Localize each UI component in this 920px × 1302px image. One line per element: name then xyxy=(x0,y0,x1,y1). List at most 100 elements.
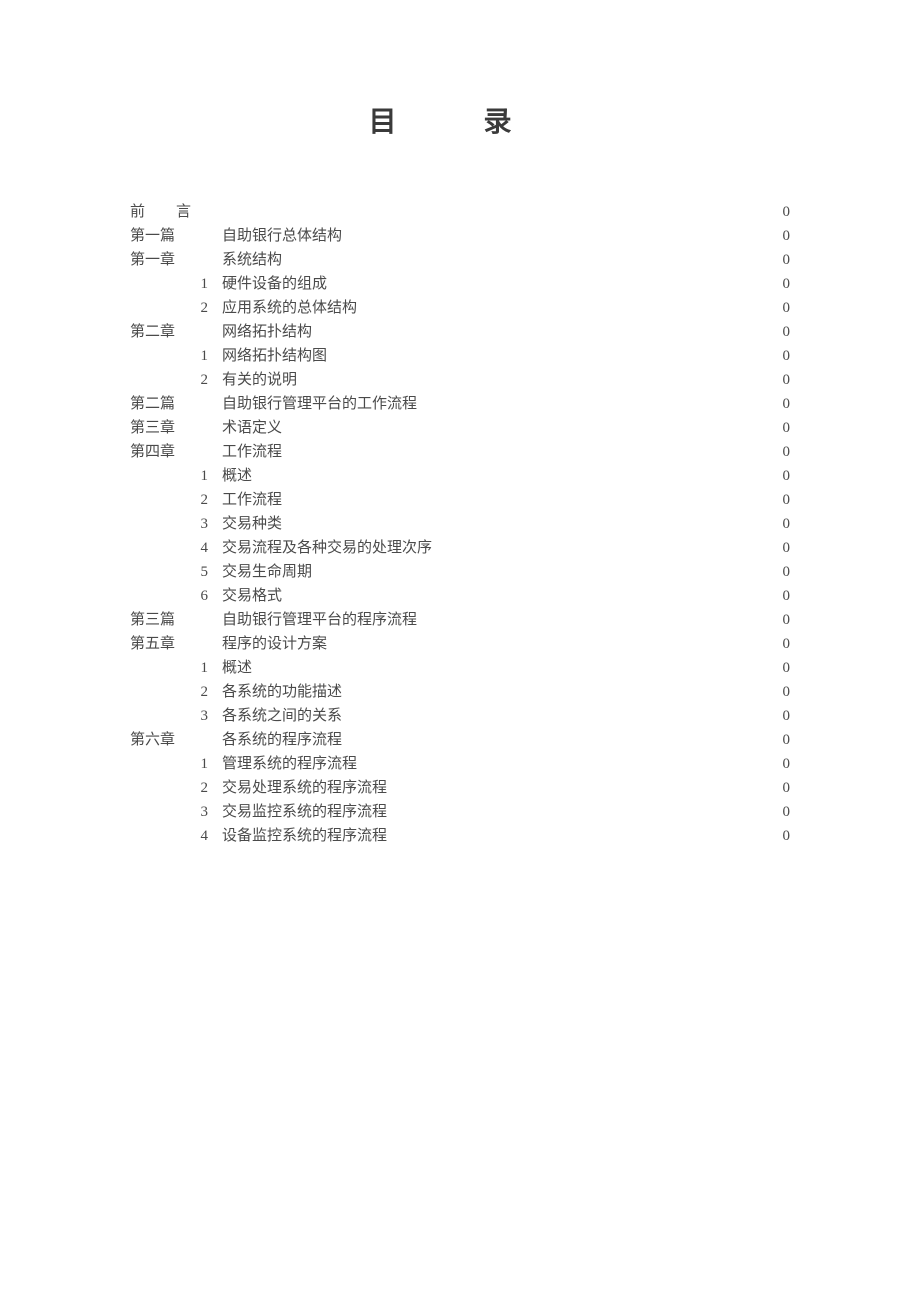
toc-entry: 第五章 程序的设计方案 0 xyxy=(130,632,790,656)
toc-number: 4 xyxy=(184,824,222,848)
toc-entry: 2交易处理系统的程序流程0 xyxy=(130,776,790,800)
toc-text: 交易流程及各种交易的处理次序 xyxy=(222,536,432,560)
toc-entry: 第一章 系统结构 0 xyxy=(130,248,790,272)
toc-number: 2 xyxy=(184,680,222,704)
toc-number: 4 xyxy=(184,536,222,560)
toc-entry: 1网络拓扑结构图0 xyxy=(130,344,790,368)
toc-entry: 第一篇 自助银行总体结构 0 xyxy=(130,224,790,248)
toc-text: 各系统之间的关系 xyxy=(222,704,342,728)
toc-number: 2 xyxy=(184,776,222,800)
toc-page: 0 xyxy=(783,656,791,680)
toc-page: 0 xyxy=(783,296,791,320)
toc-entry: 1概述 0 xyxy=(130,656,790,680)
toc-page: 0 xyxy=(783,464,791,488)
toc-entry: 6交易格式 0 xyxy=(130,584,790,608)
toc-entry: 1管理系统的程序流程 0 xyxy=(130,752,790,776)
toc-page: 0 xyxy=(783,512,791,536)
toc-entry: 4交易流程及各种交易的处理次序 0 xyxy=(130,536,790,560)
toc-page: 0 xyxy=(783,728,791,752)
toc-text: 交易格式 xyxy=(222,584,282,608)
toc-page: 0 xyxy=(783,224,791,248)
toc-level: 第六章 xyxy=(130,728,184,752)
toc-entry: 1硬件设备的组成 0 xyxy=(130,272,790,296)
toc-text: 交易生命周期 xyxy=(222,560,312,584)
toc-text: 程序的设计方案 xyxy=(222,632,327,656)
toc-page: 0 xyxy=(783,752,791,776)
toc-text: 交易种类 xyxy=(222,512,282,536)
toc-text: 设备监控系统的程序流程 xyxy=(222,824,387,848)
toc-level: 第二篇 xyxy=(130,392,184,416)
toc-text: 工作流程 xyxy=(222,440,282,464)
toc-page: 0 xyxy=(783,416,791,440)
toc-level: 第一章 xyxy=(130,248,184,272)
toc-entry: 第三篇 自助银行管理平台的程序流程 0 xyxy=(130,608,790,632)
toc-page: 0 xyxy=(783,560,791,584)
toc-number: 3 xyxy=(184,512,222,536)
toc-text: 自助银行总体结构 xyxy=(222,224,342,248)
toc-number: 言 xyxy=(176,200,222,224)
toc-text: 概述 xyxy=(222,656,252,680)
toc-page: 0 xyxy=(783,248,791,272)
toc-text: 有关的说明 xyxy=(222,368,297,392)
toc-entry: 3各系统之间的关系 0 xyxy=(130,704,790,728)
toc-entry: 第二篇自助银行管理平台的工作流程0 xyxy=(130,392,790,416)
toc-entry: 2有关的说明 0 xyxy=(130,368,790,392)
toc-text: 自助银行管理平台的程序流程 xyxy=(222,608,417,632)
toc-number: 6 xyxy=(184,584,222,608)
toc-text: 应用系统的总体结构 xyxy=(222,296,357,320)
toc-text: 概述 xyxy=(222,464,252,488)
toc-text: 交易监控系统的程序流程 xyxy=(222,800,387,824)
toc-level: 第一篇 xyxy=(130,224,184,248)
toc-number: 1 xyxy=(184,272,222,296)
toc-page: 0 xyxy=(783,632,791,656)
toc-page: 0 xyxy=(783,776,791,800)
toc-number: 1 xyxy=(184,344,222,368)
toc-page: 0 xyxy=(783,272,791,296)
toc-text: 管理系统的程序流程 xyxy=(222,752,357,776)
toc-text: 硬件设备的组成 xyxy=(222,272,327,296)
toc-number: 1 xyxy=(184,656,222,680)
toc-text: 网络拓扑结构 xyxy=(222,320,312,344)
toc-level: 第三章 xyxy=(130,416,184,440)
toc-number: 5 xyxy=(184,560,222,584)
toc-level: 第三篇 xyxy=(130,608,184,632)
toc-page: 0 xyxy=(783,440,791,464)
toc-number: 1 xyxy=(184,752,222,776)
toc-page: 0 xyxy=(783,824,791,848)
toc-number: 3 xyxy=(184,704,222,728)
toc-page: 0 xyxy=(783,392,791,416)
toc-text: 各系统的程序流程 xyxy=(222,728,342,752)
toc-number: 3 xyxy=(184,800,222,824)
toc-entry: 3交易种类 0 xyxy=(130,512,790,536)
toc-page: 0 xyxy=(783,488,791,512)
toc-level: 第四章 xyxy=(130,440,184,464)
toc-entry: 2应用系统的总体结构 0 xyxy=(130,296,790,320)
toc-entry: 3交易监控系统的程序流程0 xyxy=(130,800,790,824)
toc-text: 术语定义 xyxy=(222,416,282,440)
toc-entry: 第六章 各系统的程序流程 0 xyxy=(130,728,790,752)
toc-page: 0 xyxy=(783,200,791,224)
toc-entry: 第四章 工作流程 0 xyxy=(130,440,790,464)
toc-level: 第五章 xyxy=(130,632,184,656)
toc-page: 0 xyxy=(783,704,791,728)
toc-entry: 2各系统的功能描述0 xyxy=(130,680,790,704)
toc-level: 第二章 xyxy=(130,320,184,344)
toc-page: 0 xyxy=(783,368,791,392)
toc-entry: 第三章 术语定义 0 xyxy=(130,416,790,440)
toc-page: 0 xyxy=(783,320,791,344)
toc-text: 各系统的功能描述 xyxy=(222,680,342,704)
toc-text: 系统结构 xyxy=(222,248,282,272)
toc-number: 2 xyxy=(184,488,222,512)
toc-number: 2 xyxy=(184,368,222,392)
toc-level: 前 xyxy=(130,200,176,224)
toc-page: 0 xyxy=(783,536,791,560)
toc-entry: 2工作流程 0 xyxy=(130,488,790,512)
toc-text: 工作流程 xyxy=(222,488,282,512)
toc-entry: 1概述0 xyxy=(130,464,790,488)
toc-page: 0 xyxy=(783,608,791,632)
toc-entry: 前言 0 xyxy=(130,200,790,224)
toc-number: 2 xyxy=(184,296,222,320)
toc-page: 0 xyxy=(783,584,791,608)
toc-entry: 第二章 网络拓扑结构 0 xyxy=(130,320,790,344)
table-of-contents: 前言0第一篇自助银行总体结构0第一章系统结构01硬件设备的组成02应用系统的总体… xyxy=(130,200,790,848)
